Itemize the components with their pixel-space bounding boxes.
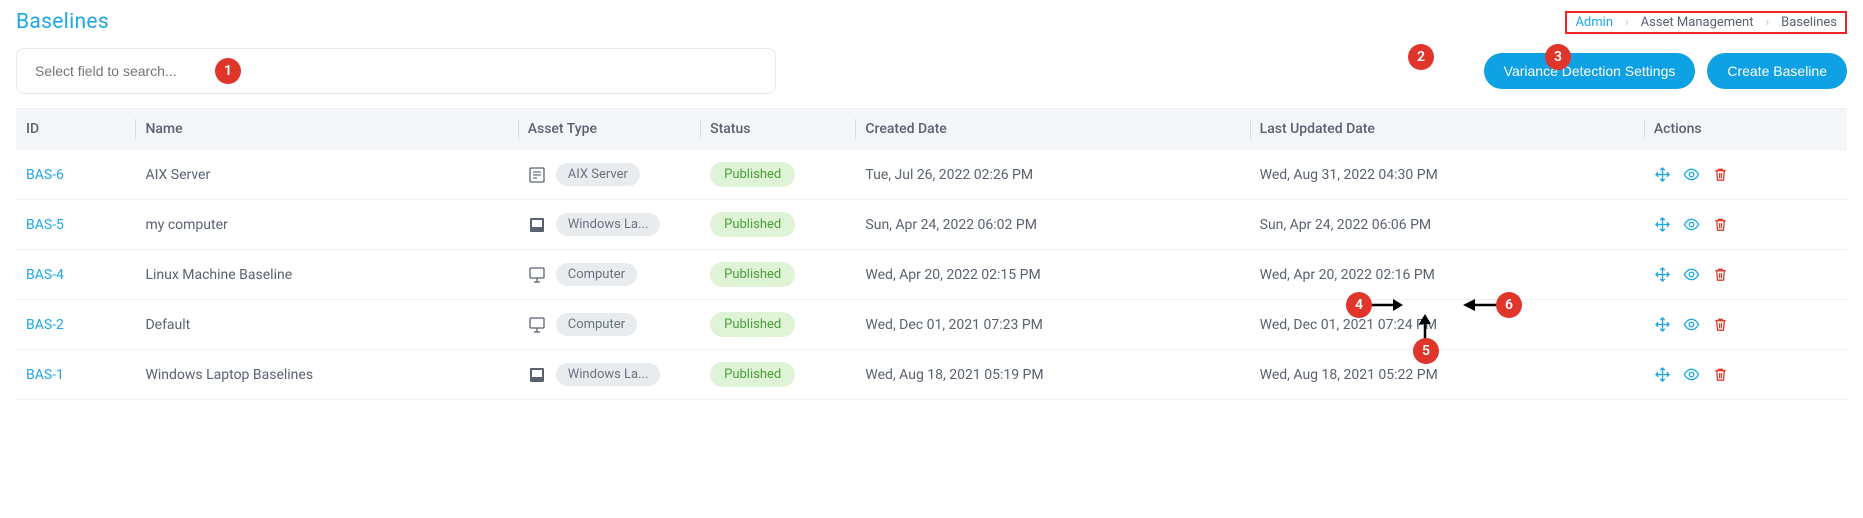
updated-date: Wed, Aug 18, 2021 05:22 PM [1250,350,1644,400]
asset-type-badge: Windows La... [556,363,661,386]
view-icon[interactable] [1683,316,1700,333]
move-icon[interactable] [1654,216,1671,233]
callout-5: 5 [1413,338,1439,364]
move-icon[interactable] [1654,366,1671,383]
created-date: Sun, Apr 24, 2022 06:02 PM [855,200,1249,250]
variance-detection-settings-button[interactable]: Variance Detection Settings [1484,53,1696,89]
view-icon[interactable] [1683,366,1700,383]
updated-date: Sun, Apr 24, 2022 06:06 PM [1250,200,1644,250]
baseline-name: Linux Machine Baseline [135,250,517,300]
server-icon [528,166,546,184]
callout-6: 6 [1496,292,1522,318]
col-id[interactable]: ID [16,109,135,150]
baseline-id-link[interactable]: BAS-4 [26,267,64,283]
callout-4: 4 [1346,292,1372,318]
table-row: BAS-6 AIX Server AIX Server Published Tue, J… [16,150,1847,200]
status-badge: Published [710,262,795,287]
breadcrumb-asset-management[interactable]: Asset Management [1641,15,1754,30]
baseline-name: AIX Server [135,150,517,200]
baselines-table: ID Name Asset Type Status Created Date L… [16,108,1847,400]
view-icon[interactable] [1683,266,1700,283]
asset-type-badge: AIX Server [556,163,640,186]
chevron-right-icon: › [1766,15,1770,29]
col-status[interactable]: Status [700,109,855,150]
callout-3: 3 [1545,44,1571,70]
updated-date: Wed, Aug 31, 2022 04:30 PM [1250,150,1644,200]
move-icon[interactable] [1654,266,1671,283]
laptop-icon [528,366,546,384]
col-name[interactable]: Name [135,109,517,150]
asset-type-badge: Computer [556,263,637,286]
status-badge: Published [710,212,795,237]
status-badge: Published [710,362,795,387]
computer-icon [528,266,546,284]
status-badge: Published [710,312,795,337]
create-baseline-button[interactable]: Create Baseline [1707,53,1847,89]
baseline-id-link[interactable]: BAS-2 [26,317,64,333]
computer-icon [528,316,546,334]
baseline-id-link[interactable]: BAS-5 [26,217,64,233]
baseline-id-link[interactable]: BAS-6 [26,167,64,183]
baseline-name: my computer [135,200,517,250]
col-actions: Actions [1644,109,1847,150]
view-icon[interactable] [1683,166,1700,183]
updated-date: Wed, Apr 20, 2022 02:16 PM [1250,250,1644,300]
table-row: BAS-2 Default Computer Published Wed, Dec 01… [16,300,1847,350]
move-icon[interactable] [1654,166,1671,183]
created-date: Wed, Apr 20, 2022 02:15 PM [855,250,1249,300]
callout-2: 2 [1408,44,1434,70]
baseline-id-link[interactable]: BAS-1 [26,367,64,383]
col-asset-type[interactable]: Asset Type [518,109,700,150]
delete-icon[interactable] [1712,316,1729,333]
breadcrumb: Admin › Asset Management › Baselines [1565,11,1847,34]
page-title: Baselines [16,10,109,34]
table-row: BAS-4 Linux Machine Baseline Computer Publi… [16,250,1847,300]
laptop-icon [528,216,546,234]
created-date: Tue, Jul 26, 2022 02:26 PM [855,150,1249,200]
created-date: Wed, Dec 01, 2021 07:23 PM [855,300,1249,350]
col-created[interactable]: Created Date [855,109,1249,150]
breadcrumb-admin[interactable]: Admin [1575,15,1613,30]
search-input[interactable] [16,48,776,94]
delete-icon[interactable] [1712,216,1729,233]
view-icon[interactable] [1683,216,1700,233]
asset-type-badge: Computer [556,313,637,336]
status-badge: Published [710,162,795,187]
breadcrumb-baselines: Baselines [1781,15,1837,30]
baseline-name: Windows Laptop Baselines [135,350,517,400]
chevron-right-icon: › [1625,15,1629,29]
table-row: BAS-5 my computer Windows La... Published Su… [16,200,1847,250]
updated-date: Wed, Dec 01, 2021 07:24 PM [1250,300,1644,350]
delete-icon[interactable] [1712,266,1729,283]
arrow-icon [1463,297,1497,313]
move-icon[interactable] [1654,316,1671,333]
callout-1: 1 [215,58,241,84]
asset-type-badge: Windows La... [556,213,661,236]
col-updated[interactable]: Last Updated Date [1250,109,1644,150]
table-row: BAS-1 Windows Laptop Baselines Windows La.… [16,350,1847,400]
delete-icon[interactable] [1712,166,1729,183]
arrow-icon [1371,297,1403,313]
created-date: Wed, Aug 18, 2021 05:19 PM [855,350,1249,400]
baseline-name: Default [135,300,517,350]
delete-icon[interactable] [1712,366,1729,383]
